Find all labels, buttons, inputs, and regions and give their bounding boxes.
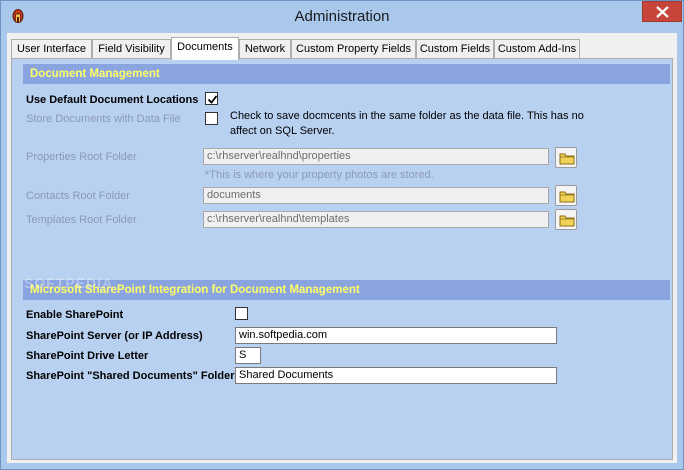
tab-custom-fields[interactable]: Custom Fields (416, 39, 494, 59)
close-icon (656, 6, 669, 18)
templates-root-field[interactable]: c:\rhserver\realhnd\templates (203, 211, 549, 228)
sharepoint-header: Microsoft SharePoint Integration for Doc… (23, 280, 670, 300)
enable-sharepoint-label: Enable SharePoint (26, 309, 124, 321)
properties-root-field[interactable]: c:\rhserver\realhnd\properties (203, 148, 549, 165)
dialog-client: User Interface Field Visibility Document… (7, 33, 677, 463)
sharepoint-drive-label: SharePoint Drive Letter (26, 350, 149, 362)
sharepoint-server-field[interactable]: win.softpedia.com (235, 327, 557, 344)
tab-field-visibility[interactable]: Field Visibility (92, 39, 171, 59)
tab-custom-add-ins[interactable]: Custom Add-Ins (494, 39, 580, 59)
sharepoint-server-label: SharePoint Server (or IP Address) (26, 330, 203, 342)
properties-hint: *This is where your property photos are … (205, 169, 434, 181)
sharepoint-drive-field[interactable]: S (235, 347, 261, 364)
use-default-locations-label: Use Default Document Locations (26, 94, 199, 106)
check-icon (207, 95, 218, 104)
store-with-data-note: Check to save docmcents in the same fold… (230, 110, 584, 137)
folder-icon (559, 191, 575, 203)
close-button[interactable] (642, 1, 682, 22)
document-management-header: Document Management (23, 64, 670, 84)
contacts-root-label: Contacts Root Folder (26, 190, 130, 202)
properties-root-label: Properties Root Folder (26, 151, 137, 163)
sharepoint-folder-field[interactable]: Shared Documents (235, 367, 557, 384)
sharepoint-folder-label: SharePoint "Shared Documents" Folder (26, 370, 235, 382)
tab-user-interface[interactable]: User Interface (11, 39, 92, 59)
contacts-root-field[interactable]: documents (203, 187, 549, 204)
properties-browse-button[interactable] (555, 147, 577, 168)
templates-browse-button[interactable] (555, 209, 577, 230)
tab-network[interactable]: Network (239, 39, 291, 59)
templates-root-label: Templates Root Folder (26, 214, 137, 226)
store-with-data-label: Store Documents with Data File (26, 113, 181, 125)
folder-icon (559, 153, 575, 165)
use-default-locations-checkbox[interactable] (205, 92, 218, 105)
tab-custom-property-fields[interactable]: Custom Property Fields (291, 39, 416, 59)
administration-window: Administration User Interface Field Visi… (0, 0, 684, 470)
folder-icon (559, 215, 575, 227)
softpedia-watermark: SOFTPEDIA (24, 275, 114, 291)
window-title: Administration (294, 8, 390, 25)
title-bar[interactable]: Administration (1, 1, 683, 33)
tab-documents[interactable]: Documents (171, 37, 239, 60)
enable-sharepoint-checkbox[interactable] (235, 307, 248, 320)
store-with-data-checkbox[interactable] (205, 112, 218, 125)
contacts-browse-button[interactable] (555, 185, 577, 206)
documents-panel: Document Management Use Default Document… (11, 58, 673, 460)
